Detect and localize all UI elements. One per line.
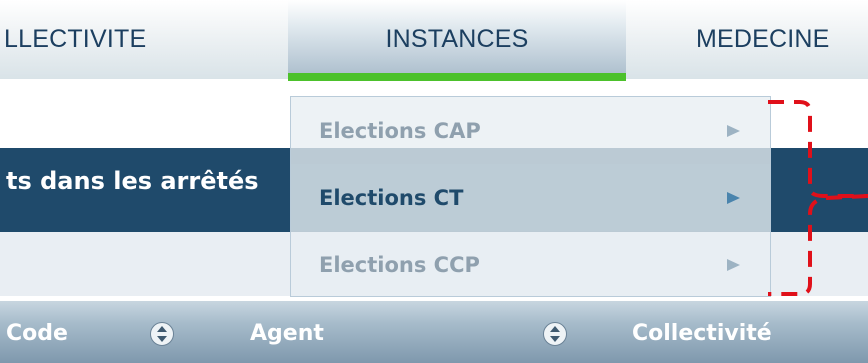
instances-dropdown-menu: Elections CAP Elections CT Elections CCP [290, 96, 771, 297]
page-title: ts dans les arrêtés [6, 167, 259, 195]
menu-item-label: Elections CCP [319, 252, 480, 277]
sort-icon[interactable] [543, 322, 567, 346]
column-header-code[interactable]: Code [6, 321, 68, 346]
column-header-collectivite[interactable]: Collectivité [632, 321, 772, 346]
nav-item-collectivite[interactable]: LLECTIVITE [0, 0, 224, 79]
nav-item-medecine[interactable]: MEDECINE [688, 0, 868, 79]
nav-item-label: LLECTIVITE [4, 25, 147, 53]
sort-icon[interactable] [150, 322, 174, 346]
nav-item-label: INSTANCES [385, 25, 529, 53]
top-navigation: LLECTIVITE INSTANCES MEDECINE [0, 0, 868, 81]
submenu-arrow-icon [727, 258, 740, 271]
menu-item-elections-ccp[interactable]: Elections CCP [291, 231, 770, 298]
menu-item-elections-cap[interactable]: Elections CAP [291, 97, 770, 164]
menu-item-label: Elections CT [319, 185, 464, 210]
submenu-arrow-icon [727, 191, 740, 204]
menu-item-elections-ct[interactable]: Elections CT [291, 164, 770, 231]
submenu-arrow-icon [727, 124, 740, 137]
nav-item-instances[interactable]: INSTANCES [288, 0, 626, 79]
active-tab-indicator [288, 73, 626, 81]
nav-item-label: MEDECINE [696, 25, 830, 53]
column-header-agent[interactable]: Agent [250, 321, 324, 346]
menu-item-label: Elections CAP [319, 118, 481, 143]
annotation-bracket [768, 100, 868, 296]
